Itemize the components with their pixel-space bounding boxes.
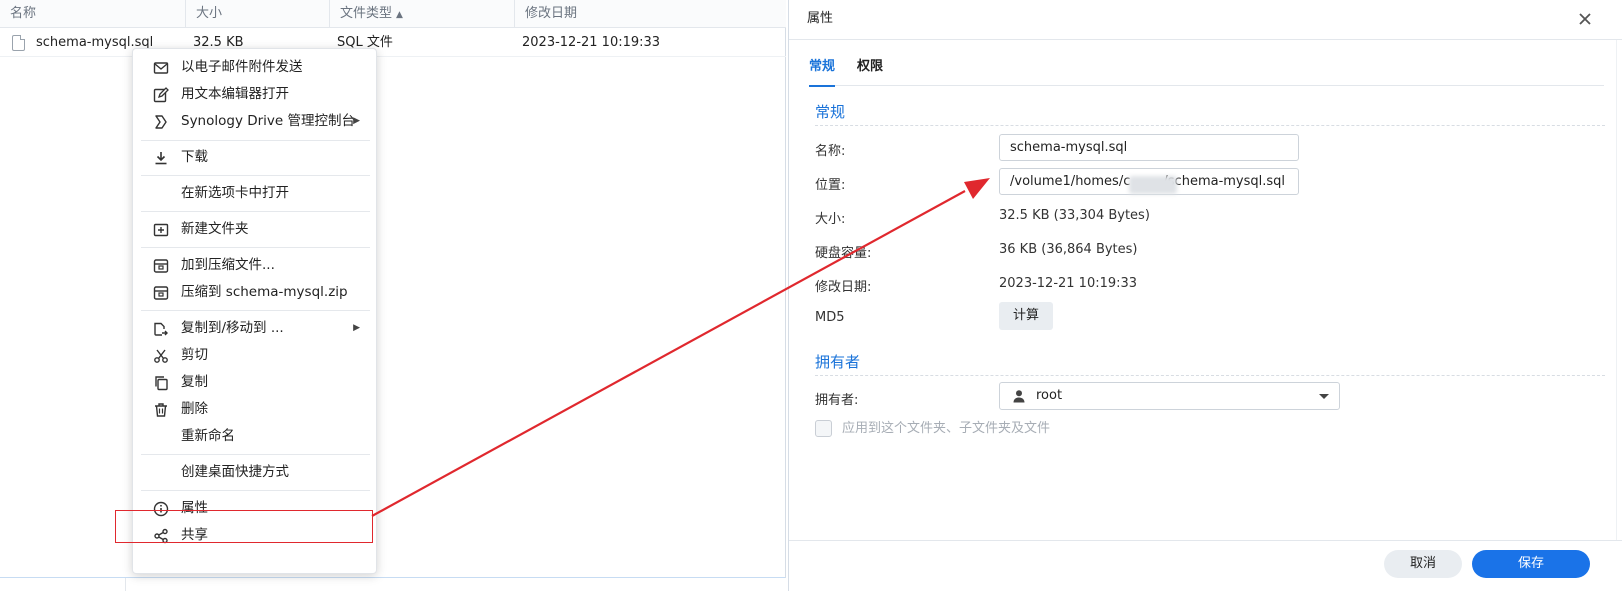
- column-header-size[interactable]: 大小: [186, 0, 330, 28]
- table-row[interactable]: schema-mysql.sql 32.5 KB SQL 文件 2023-12-…: [0, 29, 786, 57]
- owner-value: root: [1036, 388, 1063, 403]
- properties-dialog: 属性 常规 权限 常规 名称: 位置: 大小: 32.5 KB (33,304 …: [788, 0, 1622, 591]
- redacted-path-segment: [1129, 176, 1177, 194]
- download-icon: [155, 152, 167, 165]
- menu-separator: [141, 247, 370, 248]
- submenu-arrow-icon: ▶: [353, 116, 360, 126]
- chevron-down-icon: [1319, 394, 1329, 399]
- disk-usage-label: 硬盘容量:: [815, 246, 872, 261]
- menu-item-synology-drive[interactable]: Synology Drive 管理控制台 ▶: [133, 108, 378, 135]
- synology-drive-icon: [155, 115, 167, 129]
- menu-separator: [141, 454, 370, 455]
- menu-item-open-text-editor[interactable]: 用文本编辑器打开: [133, 81, 378, 108]
- section-divider: [815, 375, 1605, 376]
- trash-icon: [155, 403, 167, 417]
- calculate-md5-button[interactable]: 计算: [999, 302, 1053, 330]
- menu-item-new-folder[interactable]: 新建文件夹: [133, 216, 378, 243]
- menu-item-add-to-archive[interactable]: 加到压缩文件...: [133, 252, 378, 279]
- menu-separator: [141, 490, 370, 491]
- dialog-scrollbar[interactable]: [1616, 40, 1622, 540]
- status-divider: [0, 578, 786, 591]
- context-menu: 以电子邮件附件发送 用文本编辑器打开 Synology Drive 管理控制台 …: [132, 48, 377, 574]
- save-button[interactable]: 保存: [1472, 550, 1590, 578]
- apply-to-subfolders-checkbox[interactable]: [815, 420, 832, 437]
- annotation-highlight-box: [115, 510, 373, 543]
- tab-permissions[interactable]: 权限: [857, 52, 883, 86]
- footer-divider: [789, 540, 1622, 541]
- file-list-header: 名称 大小 文件类型 ▲ 修改日期: [0, 0, 786, 28]
- archive-icon: [153, 259, 169, 273]
- disk-usage-value: 36 KB (36,864 Bytes): [999, 242, 1138, 257]
- copy-move-icon: [154, 322, 168, 336]
- archive-icon: [153, 286, 169, 300]
- size-label: 大小:: [815, 212, 846, 227]
- mail-icon: [153, 62, 169, 74]
- tab-general[interactable]: 常规: [809, 52, 836, 87]
- menu-item-delete[interactable]: 删除: [133, 396, 378, 423]
- name-input[interactable]: [999, 134, 1299, 161]
- file-icon: [12, 35, 25, 51]
- submenu-arrow-icon: ▶: [353, 323, 360, 333]
- location-label: 位置:: [815, 178, 846, 193]
- apply-to-subfolders-label: 应用到这个文件夹、子文件夹及文件: [842, 421, 1051, 436]
- section-divider: [815, 125, 1605, 126]
- name-label: 名称:: [815, 144, 846, 159]
- section-title-general: 常规: [815, 103, 846, 121]
- md5-label: MD5: [815, 310, 845, 325]
- owner-label: 拥有者:: [815, 393, 859, 408]
- dialog-title: 属性: [807, 11, 834, 26]
- cancel-button[interactable]: 取消: [1384, 550, 1462, 578]
- menu-item-copy-move[interactable]: 复制到/移动到 ... ▶: [133, 315, 378, 342]
- menu-item-cut[interactable]: 剪切: [133, 342, 378, 369]
- owner-select[interactable]: root: [999, 382, 1340, 410]
- menu-item-email-attachment[interactable]: 以电子邮件附件发送: [133, 54, 378, 81]
- modified-date-value: 2023-12-21 10:19:33: [999, 276, 1138, 291]
- dialog-tabs: 常规 权限: [809, 52, 1604, 87]
- column-header-date[interactable]: 修改日期: [515, 0, 786, 28]
- size-value: 32.5 KB (33,304 Bytes): [999, 208, 1150, 223]
- scissors-icon: [154, 349, 168, 363]
- menu-item-copy[interactable]: 复制: [133, 369, 378, 396]
- menu-item-open-new-tab[interactable]: 在新选项卡中打开: [133, 180, 378, 207]
- menu-item-create-shortcut[interactable]: 创建桌面快捷方式: [133, 459, 378, 486]
- menu-item-compress-zip[interactable]: 压缩到 schema-mysql.zip: [133, 279, 378, 306]
- menu-separator: [141, 211, 370, 212]
- menu-item-rename[interactable]: 重新命名: [133, 423, 378, 450]
- menu-item-download[interactable]: 下载: [133, 144, 378, 171]
- menu-separator: [141, 175, 370, 176]
- title-divider: [789, 39, 1622, 40]
- section-title-owner: 拥有者: [815, 353, 861, 371]
- menu-separator: [141, 140, 370, 141]
- file-list-pane: 名称 大小 文件类型 ▲ 修改日期 schema-mysql.sql 32.5 K…: [0, 0, 786, 579]
- sort-ascending-icon: ▲: [396, 10, 403, 20]
- modified-date-label: 修改日期:: [815, 280, 872, 295]
- copy-icon: [155, 376, 168, 391]
- menu-separator: [141, 310, 370, 311]
- new-folder-icon: [153, 223, 169, 237]
- edit-icon: [153, 87, 169, 103]
- column-header-type[interactable]: 文件类型 ▲: [330, 0, 515, 28]
- close-icon[interactable]: [1576, 10, 1594, 28]
- user-icon: [1013, 390, 1025, 403]
- column-header-name[interactable]: 名称: [0, 0, 186, 28]
- file-date: 2023-12-21 10:19:33: [522, 35, 661, 50]
